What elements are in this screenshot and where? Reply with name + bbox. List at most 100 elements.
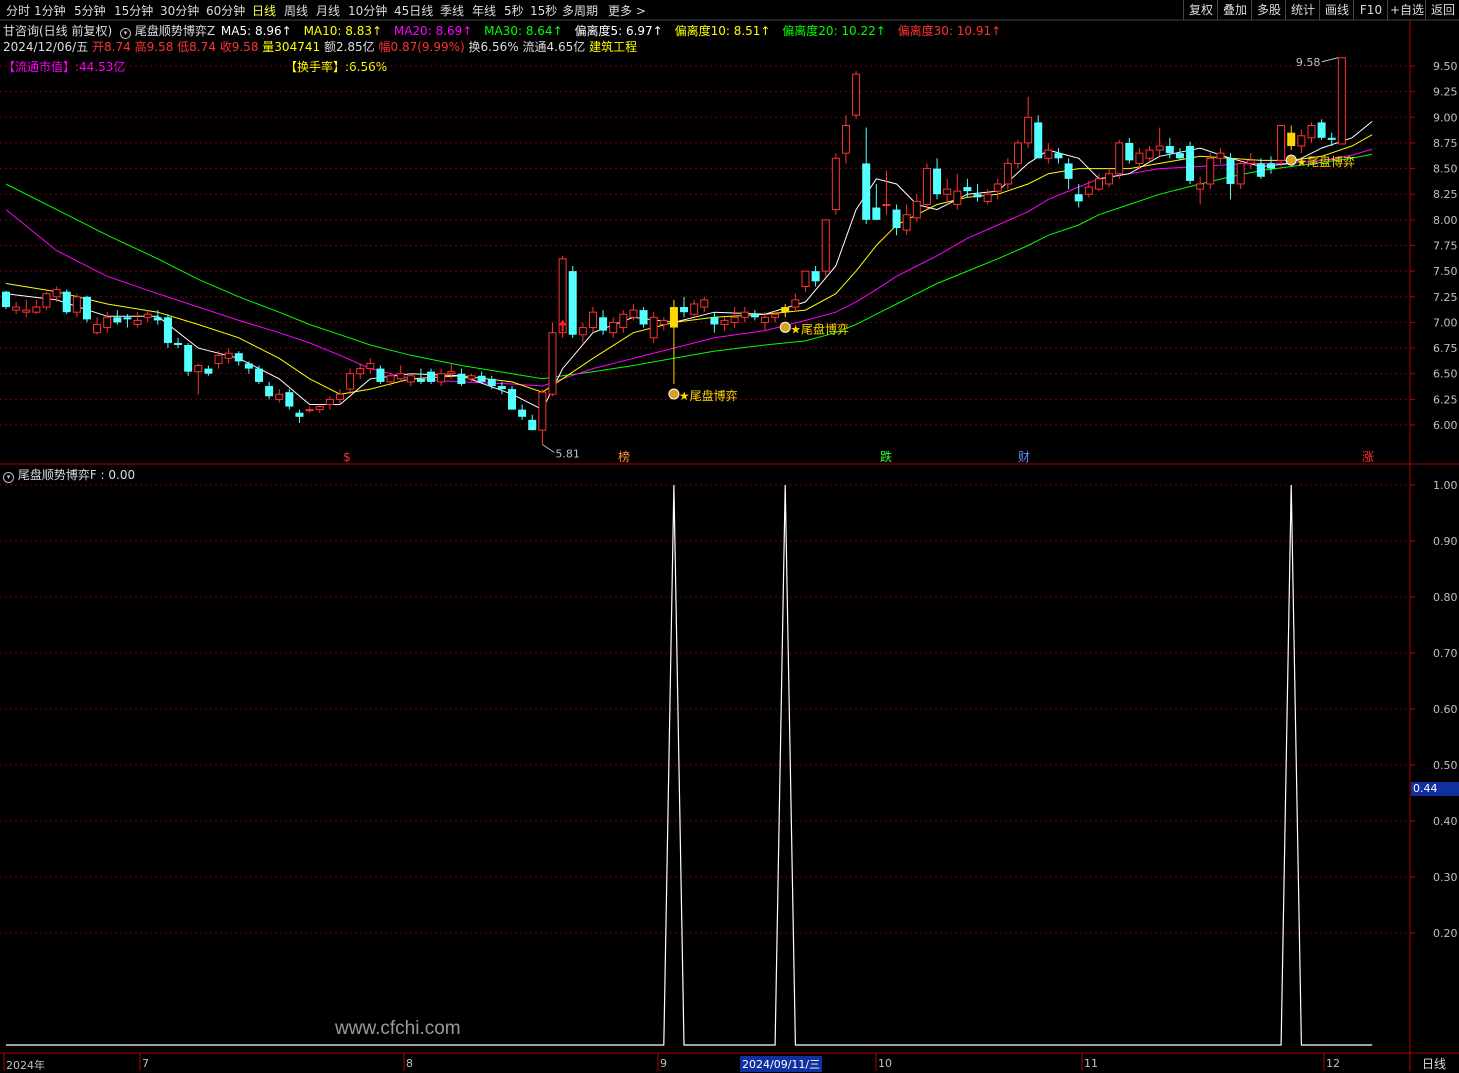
y-tick-label: 9.50 [1433, 60, 1458, 73]
y-tick-label: 6.50 [1433, 368, 1458, 381]
candle-body [396, 373, 405, 380]
candle-body [1125, 142, 1134, 161]
candle-body [1084, 186, 1093, 195]
candle-body [447, 371, 456, 375]
candle-body [163, 317, 172, 343]
candle-body [680, 307, 689, 313]
period-label[interactable]: 日线 [1422, 1055, 1446, 1072]
money-bag-icon [668, 388, 680, 400]
event-mark: 财 [1018, 450, 1030, 464]
candle-body [1175, 153, 1184, 159]
candle-body [568, 271, 577, 335]
candle-body [427, 371, 436, 382]
y-tick-label: 6.00 [1433, 419, 1458, 432]
candle-body [93, 323, 102, 334]
candle-body [801, 270, 810, 288]
candle-body [578, 327, 587, 336]
x-tick-label: 7 [142, 1057, 149, 1070]
candle-body [255, 368, 263, 382]
candle-body [1115, 142, 1124, 175]
candle-body [12, 306, 21, 311]
event-mark: 涨 [1362, 449, 1374, 464]
candle-body [113, 317, 122, 323]
candle-body [224, 352, 233, 359]
candle-body [538, 391, 547, 431]
candle-body [234, 353, 243, 362]
candle-body [406, 375, 415, 383]
candle-body [103, 316, 112, 329]
candle-body [669, 307, 678, 328]
candle-body [973, 194, 982, 198]
candle-body [2, 291, 10, 308]
candle-body [771, 313, 780, 318]
y-tick-label: 6.75 [1433, 342, 1458, 355]
candle-body [174, 342, 183, 345]
sub-cursor-value: 0.44 [1411, 782, 1459, 796]
x-tick-label: 11 [1084, 1057, 1098, 1070]
candle-body [1024, 116, 1033, 144]
candle-body [1297, 135, 1306, 147]
y-tick-label: 8.00 [1433, 214, 1458, 227]
y-tick-label: 8.50 [1433, 163, 1458, 176]
candle-body [295, 412, 304, 417]
candle-body [791, 299, 800, 308]
candle-body [143, 313, 152, 318]
candle-body [386, 375, 395, 383]
candle-body [1145, 149, 1154, 159]
candle-body [548, 332, 557, 395]
signal-label: ★尾盘博弈 [790, 321, 849, 336]
candle-body [366, 362, 375, 370]
candle-body [649, 316, 658, 339]
candle-body [1236, 162, 1245, 185]
y-tick-label: 7.25 [1433, 291, 1458, 304]
x-tick-label: 8 [406, 1057, 413, 1070]
candle-body [629, 309, 638, 318]
candle-body [1246, 159, 1255, 164]
candle-body [315, 406, 324, 411]
candle-body [1307, 124, 1316, 139]
candle-body [1135, 152, 1144, 164]
candle-body [285, 392, 294, 407]
y-tick-label: 7.75 [1433, 240, 1458, 253]
money-bag-icon [779, 321, 791, 333]
ma20-line [5, 148, 1373, 387]
y-tick-label: 0.90 [1433, 535, 1458, 548]
candle-body [457, 373, 466, 384]
signal-label: ★尾盘博弈 [679, 388, 738, 403]
x-tick-label: 10 [878, 1057, 892, 1070]
candle-body [1165, 146, 1174, 154]
candle-body [1337, 57, 1346, 145]
candle-body [922, 168, 931, 205]
candle-body [1317, 122, 1326, 138]
x-tick-label: 12 [1326, 1057, 1340, 1070]
candle-body [62, 291, 71, 313]
candle-body [487, 378, 496, 387]
candle-body [477, 375, 486, 382]
candle-body [528, 419, 537, 431]
signal-label: ★尾盘博弈 [1296, 154, 1355, 169]
candle-body [518, 409, 527, 417]
candle-body [720, 319, 729, 325]
candle-body [1064, 163, 1073, 179]
candle-body [852, 73, 861, 116]
candle-body [841, 124, 850, 154]
candle-body [305, 409, 314, 412]
candle-body [1054, 153, 1063, 159]
candle-body [892, 209, 901, 229]
y-tick-label: 0.50 [1433, 759, 1458, 772]
candle-body [416, 378, 425, 382]
candle-body [194, 365, 203, 373]
candle-body [153, 317, 162, 321]
candle-body [437, 373, 446, 383]
candle-body [963, 187, 972, 192]
candle-body [862, 163, 871, 220]
candle-body [123, 317, 132, 320]
y-tick-label: 0.40 [1433, 815, 1458, 828]
candle-body [52, 289, 61, 298]
chart-canvas[interactable]: 9.50 9.25 9.00 8.75 8.50 8.25 8.00 7.75 7.50 7.25… [0, 0, 1459, 1071]
candle-body [1074, 194, 1083, 202]
max-pointer [1321, 57, 1338, 63]
candle-body [740, 311, 749, 318]
candle-body [943, 188, 952, 195]
candle-body [325, 398, 334, 405]
